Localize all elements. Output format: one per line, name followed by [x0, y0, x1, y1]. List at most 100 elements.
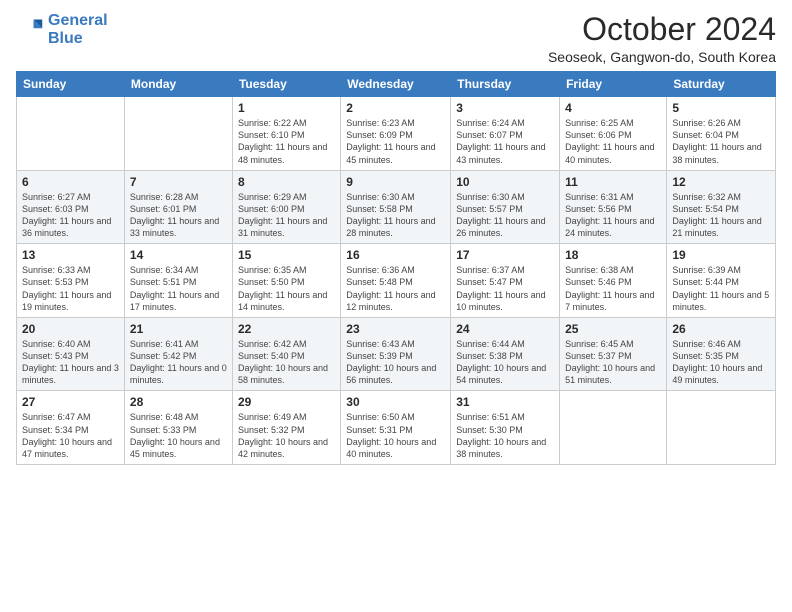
day-number: 15 [238, 248, 335, 262]
day-info: Sunrise: 6:44 AM Sunset: 5:38 PM Dayligh… [456, 338, 554, 387]
day-info: Sunrise: 6:42 AM Sunset: 5:40 PM Dayligh… [238, 338, 335, 387]
day-info: Sunrise: 6:40 AM Sunset: 5:43 PM Dayligh… [22, 338, 119, 387]
calendar-cell: 10Sunrise: 6:30 AM Sunset: 5:57 PM Dayli… [451, 170, 560, 244]
day-info: Sunrise: 6:36 AM Sunset: 5:48 PM Dayligh… [346, 264, 445, 313]
calendar-cell: 12Sunrise: 6:32 AM Sunset: 5:54 PM Dayli… [667, 170, 776, 244]
day-number: 29 [238, 395, 335, 409]
calendar-cell: 26Sunrise: 6:46 AM Sunset: 5:35 PM Dayli… [667, 317, 776, 391]
calendar-cell: 6Sunrise: 6:27 AM Sunset: 6:03 PM Daylig… [17, 170, 125, 244]
calendar-cell: 18 Sunrise: 6:38 AM Sunset: 5:46 PM Dayli… [560, 244, 667, 318]
calendar-cell: 29 Sunrise: 6:49 AM Sunset: 5:32 PM Dayli… [232, 391, 340, 465]
day-info: Sunrise: 6:43 AM Sunset: 5:39 PM Dayligh… [346, 338, 445, 387]
day-info: Sunrise: 6:33 AM Sunset: 5:53 PM Dayligh… [22, 264, 119, 313]
day-info: Sunrise: 6:34 AM Sunset: 5:51 PM Dayligh… [130, 264, 227, 313]
day-info: Sunrise: 6:29 AM Sunset: 6:00 PM Dayligh… [238, 191, 335, 240]
calendar-cell: 5 Sunrise: 6:26 AM Sunset: 6:04 PM Daylig… [667, 97, 776, 171]
day-info: Sunrise: 6:50 AM Sunset: 5:31 PM Dayligh… [346, 411, 445, 460]
calendar-cell: 19 Sunrise: 6:39 AM Sunset: 5:44 PM Dayli… [667, 244, 776, 318]
week-row: 1Sunrise: 6:22 AM Sunset: 6:10 PM Daylig… [17, 97, 776, 171]
day-number: 28 [130, 395, 227, 409]
calendar-cell: 4 Sunrise: 6:25 AM Sunset: 6:06 PM Daylig… [560, 97, 667, 171]
day-info: Sunrise: 6:30 AM Sunset: 5:57 PM Dayligh… [456, 191, 554, 240]
day-number: 31 [456, 395, 554, 409]
day-info: Sunrise: 6:32 AM Sunset: 5:54 PM Dayligh… [672, 191, 770, 240]
calendar-cell: 7 Sunrise: 6:28 AM Sunset: 6:01 PM Daylig… [124, 170, 232, 244]
day-number: 22 [238, 322, 335, 336]
calendar-cell: 30 Sunrise: 6:50 AM Sunset: 5:31 PM Dayli… [341, 391, 451, 465]
calendar-cell: 20 Sunrise: 6:40 AM Sunset: 5:43 PM Dayli… [17, 317, 125, 391]
calendar-cell: 27 Sunrise: 6:47 AM Sunset: 5:34 PM Dayli… [17, 391, 125, 465]
logo-icon [16, 16, 44, 44]
weekday-header-sunday: Sunday [17, 72, 125, 97]
calendar-cell: 22 Sunrise: 6:42 AM Sunset: 5:40 PM Dayli… [232, 317, 340, 391]
weekday-header-thursday: Thursday [451, 72, 560, 97]
day-number: 11 [565, 175, 661, 189]
calendar-cell: 17Sunrise: 6:37 AM Sunset: 5:47 PM Dayli… [451, 244, 560, 318]
day-number: 25 [565, 322, 661, 336]
day-info: Sunrise: 6:26 AM Sunset: 6:04 PM Dayligh… [672, 117, 770, 166]
calendar-cell: 13 Sunrise: 6:33 AM Sunset: 5:53 PM Dayli… [17, 244, 125, 318]
week-row: 27 Sunrise: 6:47 AM Sunset: 5:34 PM Dayli… [17, 391, 776, 465]
logo: General Blue [16, 12, 108, 47]
weekday-header-tuesday: Tuesday [232, 72, 340, 97]
calendar-cell: 9 Sunrise: 6:30 AM Sunset: 5:58 PM Daylig… [341, 170, 451, 244]
day-number: 20 [22, 322, 119, 336]
day-number: 21 [130, 322, 227, 336]
day-number: 8 [238, 175, 335, 189]
day-number: 7 [130, 175, 227, 189]
day-info: Sunrise: 6:35 AM Sunset: 5:50 PM Dayligh… [238, 264, 335, 313]
logo-text: General Blue [48, 12, 108, 47]
calendar-cell: 3Sunrise: 6:24 AM Sunset: 6:07 PM Daylig… [451, 97, 560, 171]
day-info: Sunrise: 6:24 AM Sunset: 6:07 PM Dayligh… [456, 117, 554, 166]
day-number: 4 [565, 101, 661, 115]
title-block: October 2024 Seoseok, Gangwon-do, South … [548, 12, 776, 65]
calendar-cell [560, 391, 667, 465]
day-number: 24 [456, 322, 554, 336]
calendar: SundayMondayTuesdayWednesdayThursdayFrid… [16, 71, 776, 465]
day-info: Sunrise: 6:31 AM Sunset: 5:56 PM Dayligh… [565, 191, 661, 240]
calendar-cell [124, 97, 232, 171]
week-row: 6Sunrise: 6:27 AM Sunset: 6:03 PM Daylig… [17, 170, 776, 244]
day-info: Sunrise: 6:38 AM Sunset: 5:46 PM Dayligh… [565, 264, 661, 313]
day-number: 1 [238, 101, 335, 115]
calendar-cell: 1Sunrise: 6:22 AM Sunset: 6:10 PM Daylig… [232, 97, 340, 171]
day-info: Sunrise: 6:41 AM Sunset: 5:42 PM Dayligh… [130, 338, 227, 387]
month-title: October 2024 [548, 12, 776, 47]
calendar-cell: 21 Sunrise: 6:41 AM Sunset: 5:42 PM Dayli… [124, 317, 232, 391]
day-info: Sunrise: 6:28 AM Sunset: 6:01 PM Dayligh… [130, 191, 227, 240]
calendar-cell: 11 Sunrise: 6:31 AM Sunset: 5:56 PM Dayli… [560, 170, 667, 244]
day-number: 19 [672, 248, 770, 262]
location: Seoseok, Gangwon-do, South Korea [548, 49, 776, 65]
day-info: Sunrise: 6:30 AM Sunset: 5:58 PM Dayligh… [346, 191, 445, 240]
day-number: 9 [346, 175, 445, 189]
day-info: Sunrise: 6:48 AM Sunset: 5:33 PM Dayligh… [130, 411, 227, 460]
day-number: 27 [22, 395, 119, 409]
day-number: 17 [456, 248, 554, 262]
calendar-cell: 23 Sunrise: 6:43 AM Sunset: 5:39 PM Dayli… [341, 317, 451, 391]
day-number: 16 [346, 248, 445, 262]
calendar-cell: 25Sunrise: 6:45 AM Sunset: 5:37 PM Dayli… [560, 317, 667, 391]
day-number: 13 [22, 248, 119, 262]
day-info: Sunrise: 6:39 AM Sunset: 5:44 PM Dayligh… [672, 264, 770, 313]
day-info: Sunrise: 6:47 AM Sunset: 5:34 PM Dayligh… [22, 411, 119, 460]
day-number: 18 [565, 248, 661, 262]
day-number: 6 [22, 175, 119, 189]
day-number: 30 [346, 395, 445, 409]
page: General Blue October 2024 Seoseok, Gangw… [0, 0, 792, 612]
day-number: 5 [672, 101, 770, 115]
calendar-cell: 14Sunrise: 6:34 AM Sunset: 5:51 PM Dayli… [124, 244, 232, 318]
weekday-header-row: SundayMondayTuesdayWednesdayThursdayFrid… [17, 72, 776, 97]
weekday-header-wednesday: Wednesday [341, 72, 451, 97]
weekday-header-friday: Friday [560, 72, 667, 97]
calendar-cell: 16 Sunrise: 6:36 AM Sunset: 5:48 PM Dayli… [341, 244, 451, 318]
day-number: 23 [346, 322, 445, 336]
calendar-cell: 31 Sunrise: 6:51 AM Sunset: 5:30 PM Dayli… [451, 391, 560, 465]
day-info: Sunrise: 6:49 AM Sunset: 5:32 PM Dayligh… [238, 411, 335, 460]
weekday-header-saturday: Saturday [667, 72, 776, 97]
weekday-header-monday: Monday [124, 72, 232, 97]
calendar-cell: 28 Sunrise: 6:48 AM Sunset: 5:33 PM Dayli… [124, 391, 232, 465]
day-info: Sunrise: 6:51 AM Sunset: 5:30 PM Dayligh… [456, 411, 554, 460]
day-info: Sunrise: 6:25 AM Sunset: 6:06 PM Dayligh… [565, 117, 661, 166]
day-info: Sunrise: 6:23 AM Sunset: 6:09 PM Dayligh… [346, 117, 445, 166]
week-row: 20 Sunrise: 6:40 AM Sunset: 5:43 PM Dayli… [17, 317, 776, 391]
